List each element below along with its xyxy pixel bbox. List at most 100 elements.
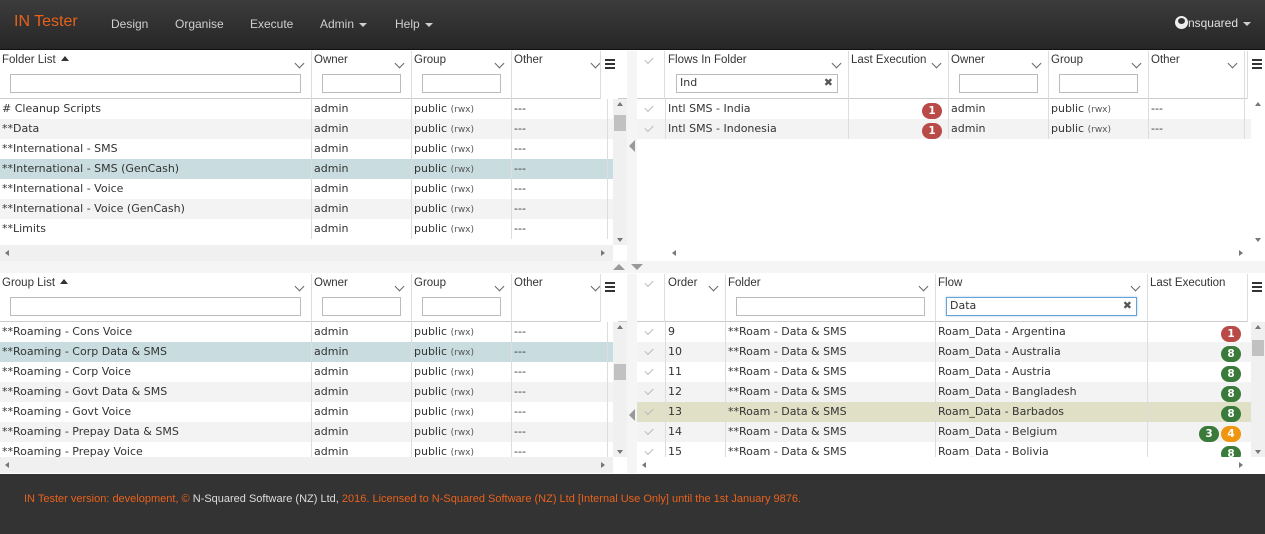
vertical-scrollbar[interactable] [613,99,627,245]
row-select-checkbox[interactable] [637,402,666,422]
scroll-down-icon[interactable] [617,238,623,242]
clear-filter-icon[interactable]: ✖ [1123,299,1132,312]
table-row[interactable]: # Cleanup Scripts admin public (rwx) --- [0,99,613,119]
scroll-right-icon[interactable] [1239,462,1243,468]
folder-list-filter[interactable] [10,74,301,93]
column-menu-icon[interactable] [1031,58,1042,69]
vertical-scrollbar[interactable] [1251,99,1265,245]
column-menu-icon[interactable] [294,58,305,69]
col-other[interactable]: Other [512,51,608,99]
table-row[interactable]: Intl SMS - Indonesia 1 admin public (rwx) --… [637,119,1251,139]
table-row[interactable]: 14 **Roam - Data & SMS Roam_Data - Belgium… [637,422,1251,442]
user-menu[interactable]: nsquared [1174,16,1251,30]
group-filter[interactable] [422,297,501,316]
table-row[interactable]: **Roaming - Govt Data & SMS admin public (… [0,382,613,402]
col-other[interactable]: Other [1149,51,1245,99]
scroll-up-icon[interactable] [617,325,623,329]
table-row[interactable]: **Roaming - Cons Voice admin public (rwx) -… [0,322,613,342]
execution-count-badge[interactable]: 8 [1221,386,1241,402]
scroll-right-icon[interactable] [601,462,605,468]
table-row[interactable]: **Limits admin public (rwx) --- [0,219,613,239]
scroll-left-icon[interactable] [5,250,9,256]
column-menu-icon[interactable] [494,281,505,292]
col-last-execution[interactable]: Last Execution [849,51,949,99]
grid-menu-button[interactable] [1247,51,1265,99]
column-menu-icon[interactable] [931,58,942,69]
col-folder[interactable]: Folder [726,274,936,322]
grid-menu-button[interactable] [600,274,618,322]
collapse-up-icon[interactable] [613,264,625,270]
column-menu-icon[interactable] [394,281,405,292]
column-menu-icon[interactable] [590,281,601,292]
execution-count-badge[interactable]: 8 [1221,346,1241,362]
row-select-checkbox[interactable] [637,322,666,342]
table-row[interactable]: **International - SMS (GenCash) admin publ… [0,159,613,179]
scroll-right-icon[interactable] [601,250,605,256]
col-group[interactable]: Group [412,51,512,99]
table-row[interactable]: **International - SMS admin public (rwx) --… [0,139,613,159]
app-brand[interactable]: IN Tester [14,13,78,31]
execution-count-badge[interactable]: 8 [1221,366,1241,382]
collapse-left-icon[interactable] [629,140,635,152]
col-last-execution[interactable]: Last Execution [1148,274,1247,322]
scroll-left-icon[interactable] [642,462,646,468]
execution-count-badge[interactable]: 8 [1221,406,1241,422]
column-menu-icon[interactable] [394,58,405,69]
collapse-left-icon[interactable] [629,409,635,421]
table-row[interactable]: **Roaming - Govt Voice admin public (rwx) -… [0,402,613,422]
nav-help[interactable]: Help [395,17,433,31]
row-select-checkbox[interactable] [637,382,666,402]
col-owner[interactable]: Owner [312,51,412,99]
table-row[interactable]: Intl SMS - India 1 admin public (rwx) --- [637,99,1251,119]
scroll-left-icon[interactable] [672,250,676,256]
scrollbar-thumb[interactable] [614,364,626,380]
column-menu-icon[interactable] [831,58,842,69]
col-owner[interactable]: Owner [949,51,1049,99]
table-row[interactable]: 11 **Roam - Data & SMS Roam_Data - Austria… [637,362,1251,382]
col-order[interactable]: Order [666,274,726,322]
nav-execute[interactable]: Execute [250,17,293,31]
horizontal-scrollbar[interactable] [637,457,1251,473]
col-flows-in-folder[interactable]: Flows In Folder Ind ✖ [666,51,849,99]
col-folder-list[interactable]: Folder List [0,51,312,99]
group-filter[interactable] [422,74,501,93]
vertical-scrollbar[interactable] [1251,322,1265,457]
table-row[interactable]: 9 **Roam - Data & SMS Roam_Data - Argentin… [637,322,1251,342]
grid-menu-button[interactable] [1247,274,1265,322]
col-owner[interactable]: Owner [312,274,412,322]
vertical-splitter[interactable] [627,51,637,261]
scrollbar-thumb[interactable] [1252,340,1264,356]
table-row[interactable]: 13 **Roam - Data & SMS Roam_Data - Barbado… [637,402,1251,422]
owner-filter[interactable] [959,74,1038,93]
folder-filter[interactable] [736,297,925,316]
col-group[interactable]: Group [1049,51,1149,99]
scroll-right-icon[interactable] [1239,250,1243,256]
execution-count-badge[interactable]: 1 [922,123,942,139]
owner-filter[interactable] [322,74,401,93]
row-select-checkbox[interactable] [637,119,666,139]
scroll-down-icon[interactable] [1255,238,1261,242]
horizontal-splitter[interactable] [0,261,1265,273]
group-filter[interactable] [1059,74,1138,93]
group-list-filter[interactable] [10,297,301,316]
nav-design[interactable]: Design [111,17,148,31]
select-all-checkbox[interactable] [637,274,665,322]
scroll-down-icon[interactable] [617,450,623,454]
column-menu-icon[interactable] [918,281,929,292]
col-flow[interactable]: Flow Data ✖ [936,274,1148,322]
table-row[interactable]: **International - Voice admin public (rwx)… [0,179,613,199]
row-select-checkbox[interactable] [637,342,666,362]
table-row[interactable]: **Roaming - Corp Data & SMS admin public (… [0,342,613,362]
row-select-checkbox[interactable] [637,362,666,382]
flow-filter[interactable]: Data ✖ [946,297,1137,316]
clear-filter-icon[interactable]: ✖ [824,76,833,89]
horizontal-scrollbar[interactable] [0,245,613,261]
scroll-up-icon[interactable] [617,102,623,106]
vertical-scrollbar[interactable] [613,322,627,457]
row-select-checkbox[interactable] [637,99,666,119]
horizontal-scrollbar[interactable] [0,457,613,473]
flows-filter[interactable]: Ind ✖ [676,74,838,93]
owner-filter[interactable] [322,297,401,316]
column-menu-icon[interactable] [494,58,505,69]
scroll-up-icon[interactable] [1255,325,1261,329]
